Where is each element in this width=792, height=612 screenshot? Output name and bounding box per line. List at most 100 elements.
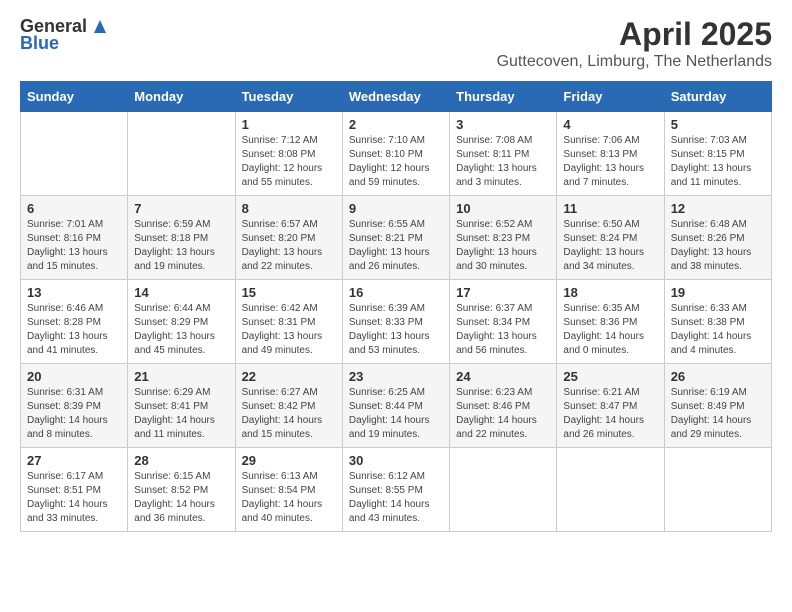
header-tuesday: Tuesday (235, 82, 342, 112)
day-info: Sunrise: 6:15 AMSunset: 8:52 PMDaylight:… (134, 470, 228, 526)
calendar-cell: 15 Sunrise: 6:42 AMSunset: 8:31 PMDayligh… (235, 280, 342, 364)
header-sunday: Sunday (21, 82, 128, 112)
calendar-cell (664, 448, 771, 532)
day-number: 12 (671, 201, 765, 216)
header-saturday: Saturday (664, 82, 771, 112)
header-friday: Friday (557, 82, 664, 112)
calendar-table: SundayMondayTuesdayWednesdayThursdayFrid… (20, 81, 772, 532)
day-info: Sunrise: 6:50 AMSunset: 8:24 PMDaylight:… (563, 218, 657, 274)
day-number: 20 (27, 369, 121, 384)
day-number: 19 (671, 285, 765, 300)
calendar-cell: 3Sunrise: 7:08 AMSunset: 8:11 PMDaylight… (450, 112, 557, 196)
day-info: Sunrise: 6:19 AMSunset: 8:49 PMDaylight:… (671, 386, 765, 442)
day-number: 1 (242, 117, 336, 132)
day-info: Sunrise: 6:59 AMSunset: 8:18 PMDaylight:… (134, 218, 228, 274)
week-row-4: 27 Sunrise: 6:17 AMSunset: 8:51 PMDayligh… (21, 448, 772, 532)
day-info: Sunrise: 7:01 AMSunset: 8:16 PMDaylight:… (27, 218, 121, 274)
main-title: April 2025 (497, 16, 772, 53)
calendar-cell: 11 Sunrise: 6:50 AMSunset: 8:24 PMDayligh… (557, 196, 664, 280)
day-info: Sunrise: 6:27 AMSunset: 8:42 PMDaylight:… (242, 386, 336, 442)
calendar-cell: 17 Sunrise: 6:37 AMSunset: 8:34 PMDayligh… (450, 280, 557, 364)
day-info: Sunrise: 6:48 AMSunset: 8:26 PMDaylight:… (671, 218, 765, 274)
calendar-cell: 29 Sunrise: 6:13 AMSunset: 8:54 PMDayligh… (235, 448, 342, 532)
day-number: 17 (456, 285, 550, 300)
header-wednesday: Wednesday (342, 82, 449, 112)
day-number: 13 (27, 285, 121, 300)
calendar-cell: 9 Sunrise: 6:55 AMSunset: 8:21 PMDaylight… (342, 196, 449, 280)
calendar-cell: 27 Sunrise: 6:17 AMSunset: 8:51 PMDayligh… (21, 448, 128, 532)
calendar-cell: 22 Sunrise: 6:27 AMSunset: 8:42 PMDayligh… (235, 364, 342, 448)
day-number: 22 (242, 369, 336, 384)
day-info: Sunrise: 6:57 AMSunset: 8:20 PMDaylight:… (242, 218, 336, 274)
day-info: Sunrise: 7:03 AMSunset: 8:15 PMDaylight:… (671, 134, 765, 190)
day-info: Sunrise: 6:25 AMSunset: 8:44 PMDaylight:… (349, 386, 443, 442)
day-number: 9 (349, 201, 443, 216)
day-number: 23 (349, 369, 443, 384)
day-number: 3 (456, 117, 550, 132)
day-number: 6 (27, 201, 121, 216)
calendar-cell: 4 Sunrise: 7:06 AMSunset: 8:13 PMDaylight… (557, 112, 664, 196)
day-number: 30 (349, 453, 443, 468)
day-info: Sunrise: 6:23 AMSunset: 8:46 PMDaylight:… (456, 386, 550, 442)
day-info: Sunrise: 6:42 AMSunset: 8:31 PMDaylight:… (242, 302, 336, 358)
day-number: 15 (242, 285, 336, 300)
day-number: 24 (456, 369, 550, 384)
calendar-cell: 30 Sunrise: 6:12 AMSunset: 8:55 PMDayligh… (342, 448, 449, 532)
calendar-cell: 19 Sunrise: 6:33 AMSunset: 8:38 PMDayligh… (664, 280, 771, 364)
day-number: 7 (134, 201, 228, 216)
calendar-cell: 26 Sunrise: 6:19 AMSunset: 8:49 PMDayligh… (664, 364, 771, 448)
day-info: Sunrise: 6:21 AMSunset: 8:47 PMDaylight:… (563, 386, 657, 442)
day-number: 2 (349, 117, 443, 132)
calendar-cell: 24 Sunrise: 6:23 AMSunset: 8:46 PMDayligh… (450, 364, 557, 448)
logo-icon (89, 15, 111, 37)
calendar-cell: 2Sunrise: 7:10 AMSunset: 8:10 PMDaylight… (342, 112, 449, 196)
day-number: 8 (242, 201, 336, 216)
day-number: 26 (671, 369, 765, 384)
calendar-cell (128, 112, 235, 196)
title-area: April 2025 Guttecoven, Limburg, The Neth… (497, 16, 772, 71)
day-info: Sunrise: 6:52 AMSunset: 8:23 PMDaylight:… (456, 218, 550, 274)
header: General Blue April 2025 Guttecoven, Limb… (20, 16, 772, 71)
calendar-cell (557, 448, 664, 532)
header-thursday: Thursday (450, 82, 557, 112)
day-info: Sunrise: 6:37 AMSunset: 8:34 PMDaylight:… (456, 302, 550, 358)
calendar-header-row: SundayMondayTuesdayWednesdayThursdayFrid… (21, 82, 772, 112)
day-info: Sunrise: 6:13 AMSunset: 8:54 PMDaylight:… (242, 470, 336, 526)
day-info: Sunrise: 6:29 AMSunset: 8:41 PMDaylight:… (134, 386, 228, 442)
day-number: 11 (563, 201, 657, 216)
calendar-cell: 21 Sunrise: 6:29 AMSunset: 8:41 PMDayligh… (128, 364, 235, 448)
header-monday: Monday (128, 82, 235, 112)
day-info: Sunrise: 6:55 AMSunset: 8:21 PMDaylight:… (349, 218, 443, 274)
day-number: 5 (671, 117, 765, 132)
week-row-1: 6 Sunrise: 7:01 AMSunset: 8:16 PMDaylight… (21, 196, 772, 280)
day-number: 4 (563, 117, 657, 132)
day-info: Sunrise: 7:06 AMSunset: 8:13 PMDaylight:… (563, 134, 657, 190)
calendar-cell: 5 Sunrise: 7:03 AMSunset: 8:15 PMDaylight… (664, 112, 771, 196)
week-row-3: 20Sunrise: 6:31 AMSunset: 8:39 PMDayligh… (21, 364, 772, 448)
calendar-cell (450, 448, 557, 532)
calendar-cell: 10 Sunrise: 6:52 AMSunset: 8:23 PMDayligh… (450, 196, 557, 280)
day-number: 28 (134, 453, 228, 468)
week-row-0: 1 Sunrise: 7:12 AMSunset: 8:08 PMDaylight… (21, 112, 772, 196)
calendar-cell: 14Sunrise: 6:44 AMSunset: 8:29 PMDayligh… (128, 280, 235, 364)
calendar-cell: 25 Sunrise: 6:21 AMSunset: 8:47 PMDayligh… (557, 364, 664, 448)
day-number: 21 (134, 369, 228, 384)
day-number: 25 (563, 369, 657, 384)
day-info: Sunrise: 6:12 AMSunset: 8:55 PMDaylight:… (349, 470, 443, 526)
day-number: 10 (456, 201, 550, 216)
day-info: Sunrise: 7:12 AMSunset: 8:08 PMDaylight:… (242, 134, 336, 190)
calendar-cell (21, 112, 128, 196)
subtitle: Guttecoven, Limburg, The Netherlands (497, 53, 772, 71)
day-number: 29 (242, 453, 336, 468)
day-info: Sunrise: 6:17 AMSunset: 8:51 PMDaylight:… (27, 470, 121, 526)
calendar-cell: 1 Sunrise: 7:12 AMSunset: 8:08 PMDaylight… (235, 112, 342, 196)
calendar-cell: 8 Sunrise: 6:57 AMSunset: 8:20 PMDaylight… (235, 196, 342, 280)
logo-blue: Blue (20, 33, 59, 54)
day-info: Sunrise: 6:33 AMSunset: 8:38 PMDaylight:… (671, 302, 765, 358)
week-row-2: 13 Sunrise: 6:46 AMSunset: 8:28 PMDayligh… (21, 280, 772, 364)
calendar-cell: 20Sunrise: 6:31 AMSunset: 8:39 PMDayligh… (21, 364, 128, 448)
day-number: 27 (27, 453, 121, 468)
day-info: Sunrise: 6:39 AMSunset: 8:33 PMDaylight:… (349, 302, 443, 358)
calendar-cell: 18Sunrise: 6:35 AMSunset: 8:36 PMDayligh… (557, 280, 664, 364)
day-info: Sunrise: 6:46 AMSunset: 8:28 PMDaylight:… (27, 302, 121, 358)
